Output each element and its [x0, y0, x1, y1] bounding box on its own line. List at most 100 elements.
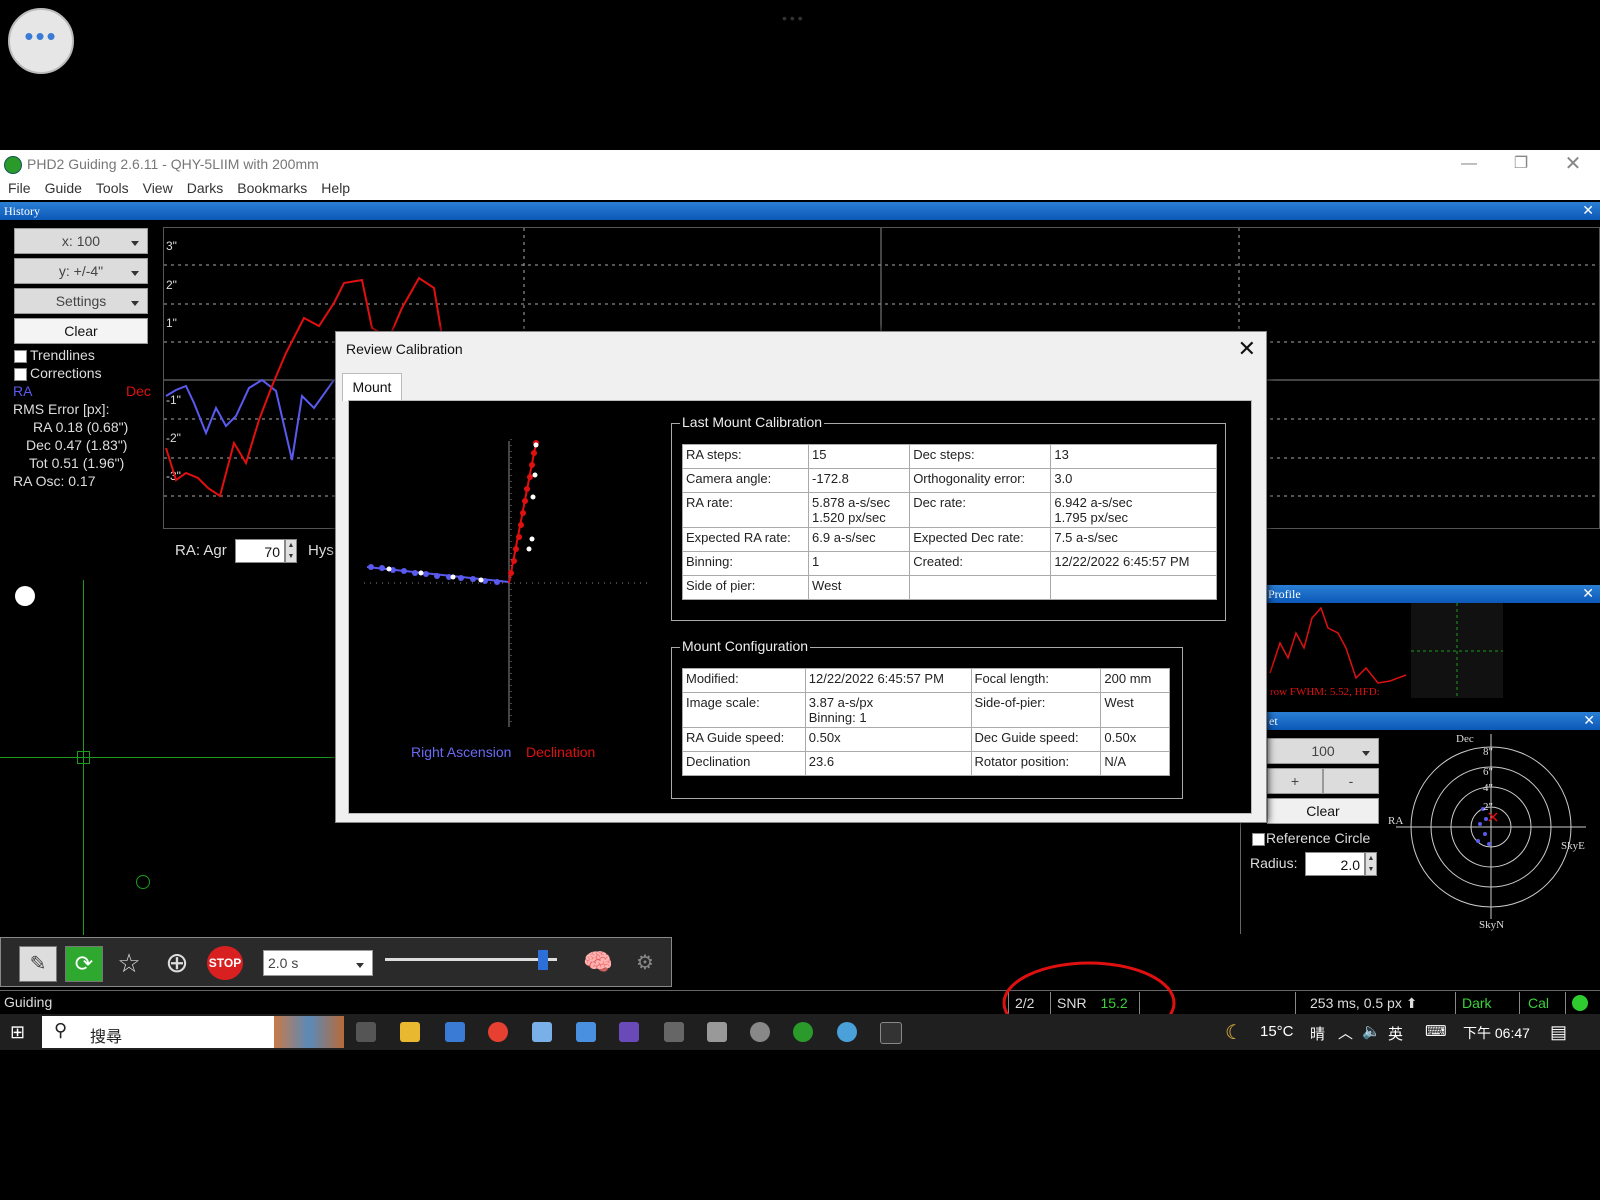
field-value: 13	[1050, 444, 1217, 469]
menu-help[interactable]: Help	[313, 178, 356, 196]
task-view-icon[interactable]	[356, 1022, 376, 1042]
menu-view[interactable]: View	[135, 178, 179, 196]
field-value: 1	[808, 551, 911, 576]
table-row: RA Guide speed: 0.50x Dec Guide speed: 0.50…	[682, 727, 1170, 752]
status-green-dot	[1572, 995, 1588, 1011]
menu-bookmarks[interactable]: Bookmarks	[229, 178, 313, 196]
ring-8-label: 8"	[1483, 746, 1493, 758]
radius-label: Radius:	[1250, 855, 1298, 871]
target-zoom-dropdown[interactable]: 100	[1267, 738, 1379, 764]
legend-right-ascension: Right Ascension	[411, 744, 511, 760]
clear-history-button[interactable]: Clear	[14, 318, 148, 344]
timing-text: 253 ms, 0.5 px	[1310, 995, 1402, 1011]
brain-icon[interactable]: 🧠	[579, 946, 617, 980]
restore-button[interactable]: ❐	[1498, 152, 1544, 176]
target-skye-label: SkyE	[1561, 840, 1585, 852]
windows-start-icon[interactable]: ⊞	[10, 1022, 30, 1042]
ime-mode-icon[interactable]: ⌨	[1425, 1022, 1447, 1040]
connection-indicator	[1565, 992, 1600, 1014]
stellarium-icon[interactable]	[619, 1022, 639, 1042]
notepad-icon[interactable]	[532, 1022, 552, 1042]
field-label	[909, 575, 1052, 600]
ra-agr-spinner[interactable]: ▲ ▼	[285, 539, 297, 563]
notification-icon[interactable]: ▤	[1550, 1022, 1567, 1043]
clock-text[interactable]: 下午 06:47	[1463, 1023, 1530, 1043]
ra-agr-input[interactable]: 70	[235, 539, 285, 563]
camera-settings-icon[interactable]: ⚙	[627, 946, 663, 980]
menu-tools[interactable]: Tools	[88, 178, 135, 196]
ra-agr-label: RA: Agr	[175, 542, 227, 559]
phd2-taskbar-icon[interactable]	[793, 1022, 813, 1042]
menu-file[interactable]: File	[0, 178, 37, 196]
rms-ra: RA 0.18 (0.68")	[33, 419, 129, 435]
taskbar-search-box[interactable]: ⚲ 搜尋	[42, 1016, 344, 1048]
x-scale-dropdown[interactable]: x: 100	[14, 228, 148, 254]
field-value: West	[808, 575, 911, 600]
field-label: Modified:	[682, 668, 806, 693]
y-scale-dropdown[interactable]: y: +/-4"	[14, 258, 148, 284]
tray-chevron-icon[interactable]: ︿	[1338, 1022, 1353, 1043]
target-clear-button[interactable]: Clear	[1267, 798, 1379, 824]
moon-weather-icon: ☾	[1225, 1022, 1243, 1044]
stop-icon[interactable]: STOP	[207, 946, 243, 980]
radius-input[interactable]: 2.0	[1305, 852, 1365, 876]
table-row: Modified: 12/22/2022 6:45:57 PM Focal leng…	[682, 668, 1170, 693]
telescope-app-icon[interactable]	[707, 1022, 727, 1042]
rms-tot: Tot 0.51 (1.96")	[29, 455, 125, 471]
settings-dropdown[interactable]: Settings	[14, 288, 148, 314]
field-label: Declination	[682, 751, 806, 776]
menu-darks[interactable]: Darks	[179, 178, 230, 196]
target-zoom-out-button[interactable]: -	[1323, 768, 1379, 794]
loop-icon[interactable]: ⟳	[65, 946, 103, 982]
more-options-button[interactable]: •••	[8, 8, 74, 74]
tab-mount[interactable]: Mount	[342, 373, 402, 401]
field-label: RA Guide speed:	[682, 727, 806, 752]
window-title: PHD2 Guiding 2.6.11 - QHY-5LIIM with 200…	[27, 156, 319, 172]
reference-circle-checkbox[interactable]	[1252, 833, 1265, 846]
auto-select-star-icon[interactable]: ☆	[111, 946, 147, 980]
loop-pencil-icon[interactable]: ✎	[19, 946, 57, 982]
close-dialog-button[interactable]: ✕	[1238, 336, 1256, 362]
close-profile-icon[interactable]: ✕	[1582, 585, 1594, 602]
search-icon: ⚲	[54, 1020, 68, 1040]
mount-app-icon[interactable]	[750, 1022, 770, 1042]
weather-text: 晴	[1310, 1026, 1326, 1043]
gamma-slider-thumb[interactable]	[538, 950, 548, 970]
field-value: 6.942 a-s/sec 1.795 px/sec	[1050, 492, 1217, 528]
table-row: RA rate: 5.878 a-s/sec 1.520 px/sec Dec ra…	[681, 492, 1217, 528]
guide-target-icon[interactable]: ⊕	[159, 946, 195, 980]
target-ra-label: RA	[1388, 815, 1403, 827]
chrome-icon[interactable]	[488, 1022, 508, 1042]
profile-header-label: Profile	[1268, 587, 1301, 601]
volume-icon[interactable]: 🔈	[1362, 1022, 1381, 1040]
profile-header: Profile ✕	[1266, 585, 1600, 603]
table-row: Image scale: 3.87 a-s/px Binning: 1 Side-o…	[682, 692, 1170, 728]
store-icon[interactable]	[445, 1022, 465, 1042]
star-blob	[15, 586, 35, 606]
target-zoom-in-button[interactable]: +	[1267, 768, 1323, 794]
exposure-dropdown[interactable]: 2.0 s	[263, 950, 373, 976]
close-history-icon[interactable]: ✕	[1582, 202, 1594, 219]
field-value: West	[1100, 692, 1170, 728]
radius-spinner[interactable]: ▲ ▼	[1365, 852, 1377, 876]
corrections-checkbox[interactable]	[14, 368, 27, 381]
capture-app-icon[interactable]	[837, 1022, 857, 1042]
camera-app-icon[interactable]	[664, 1022, 684, 1042]
trendlines-label: Trendlines	[30, 347, 95, 363]
file-explorer-icon[interactable]	[400, 1022, 420, 1042]
ime-indicator[interactable]: 英	[1388, 1023, 1403, 1044]
field-label: Rotator position:	[970, 751, 1102, 776]
dark-indicator: Dark	[1455, 992, 1519, 1014]
legend-declination: Declination	[526, 744, 595, 760]
console-app-icon[interactable]	[880, 1022, 902, 1044]
windows-taskbar: ⊞ ⚲ 搜尋 ☾ 15°C 晴 ︿ 🔈 英 ⌨ 下午 06:47 ▤	[0, 1014, 1600, 1050]
field-value: -172.8	[808, 468, 911, 493]
search-highlight-image	[274, 1016, 344, 1048]
timing-cell: 253 ms, 0.5 px ⬆	[1295, 992, 1445, 1014]
minimize-button[interactable]: —	[1446, 152, 1492, 176]
close-window-button[interactable]: ✕	[1550, 152, 1596, 176]
menu-guide[interactable]: Guide	[37, 178, 88, 196]
window-app-icon[interactable]	[576, 1022, 596, 1042]
trendlines-checkbox[interactable]	[14, 350, 27, 363]
gamma-slider-track[interactable]	[385, 958, 557, 961]
